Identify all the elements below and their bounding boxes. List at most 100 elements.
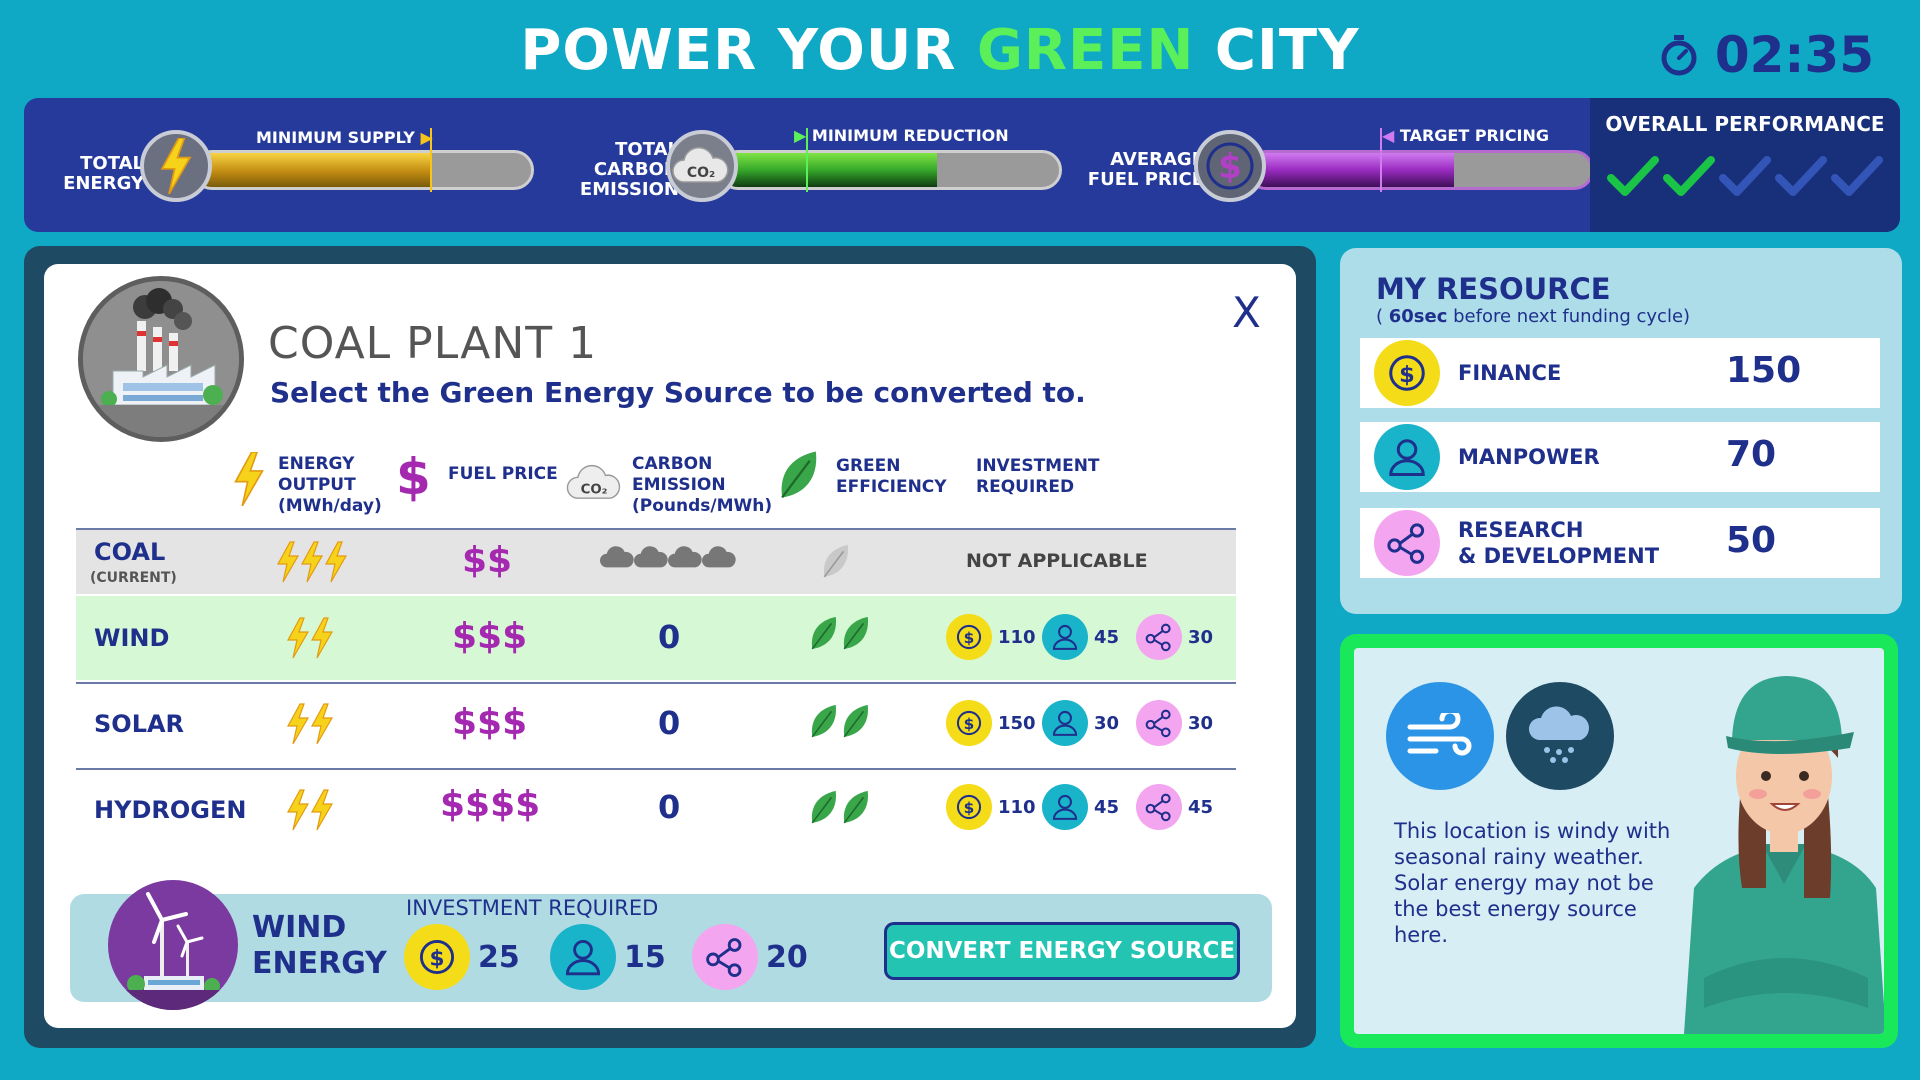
coal-energy-bolts — [276, 540, 348, 588]
molecule-icon — [1136, 614, 1182, 660]
overall-performance: OVERALL PERFORMANCE — [1590, 98, 1900, 232]
selected-rnd-value: 20 — [766, 939, 808, 975]
wind-turbine-icon — [108, 880, 238, 1010]
coal-investment: NOT APPLICABLE — [966, 550, 1148, 572]
wind-cost-finance: 110 — [946, 614, 1036, 660]
selected-cost-finance: 25 — [404, 924, 520, 990]
wind-rnd-value: 30 — [1188, 626, 1214, 648]
checkmark-icon — [1831, 154, 1883, 198]
rnd-label-line2: & DEVELOPMENT — [1458, 544, 1660, 568]
performance-title: OVERALL PERFORMANCE — [1605, 112, 1885, 136]
lightning-icon — [286, 702, 310, 746]
performance-checks — [1590, 154, 1900, 198]
carbon-marker-label: ▶ MINIMUM REDUCTION — [794, 126, 1009, 145]
carbon-marker-text: MINIMUM REDUCTION — [811, 126, 1009, 145]
timer-value: 02:35 — [1714, 26, 1874, 84]
solar-energy-bolts — [286, 702, 334, 750]
row-solar[interactable]: SOLAR $$$ 0 150 30 30 — [76, 682, 1236, 766]
price-marker-text: TARGET PRICING — [1399, 126, 1550, 145]
wind-energy-bolts — [286, 616, 334, 664]
title-part-1: POWER YOUR — [520, 18, 977, 83]
row-solar-name: SOLAR — [94, 710, 185, 738]
carbon-label-line2: CARBON — [593, 159, 679, 180]
carbon-marker-line — [806, 128, 808, 192]
rnd-value: 50 — [1726, 520, 1777, 561]
energy-marker-label: MINIMUM SUPPLY ▶ — [256, 128, 433, 147]
carbon-label-line1: TOTAL — [615, 139, 679, 160]
col-carbon-header: CARBON EMISSION (Pounds/MWh) — [632, 454, 772, 517]
col-invest-l1: INVESTMENT — [976, 456, 1100, 476]
resource-manpower: MANPOWER 70 — [1360, 422, 1880, 492]
coin-icon — [946, 700, 992, 746]
lightning-icon — [286, 616, 310, 660]
price-bar-fill — [1249, 153, 1455, 187]
coin-icon — [1374, 340, 1440, 406]
row-wind-name: WIND — [94, 624, 170, 652]
col-energy-icon — [232, 452, 266, 512]
selected-name-line1: WIND — [252, 910, 347, 945]
selected-cost-rnd: 20 — [692, 924, 808, 990]
factory-icon — [78, 276, 244, 442]
col-co2-icon-text: CO₂ — [581, 482, 608, 497]
finance-value: 150 — [1726, 350, 1802, 391]
wind-icon — [1386, 682, 1494, 790]
row-wind[interactable]: WIND $$$ 0 110 45 30 — [76, 596, 1236, 680]
leaf-icon — [808, 702, 840, 742]
lightning-icon — [300, 540, 324, 584]
energy-marker-text: MINIMUM SUPPLY — [256, 128, 415, 147]
col-green-l2: EFFICIENCY — [836, 477, 947, 497]
molecule-icon — [692, 924, 758, 990]
wind-green-leaves — [808, 614, 872, 658]
solar-carbon: 0 — [658, 704, 681, 742]
convert-energy-source-button[interactable]: CONVERT ENERGY SOURCE — [884, 922, 1240, 980]
lightning-icon — [310, 788, 334, 832]
lightning-icon — [310, 702, 334, 746]
checkmark-icon — [1607, 154, 1659, 198]
col-carbon-l1: CARBON — [632, 454, 713, 474]
selected-source-name: WIND ENERGY — [252, 910, 387, 982]
coin-icon — [404, 924, 470, 990]
coal-carbon-clouds — [600, 546, 736, 574]
coal-price: $$ — [462, 540, 513, 581]
hydrogen-rnd-value: 45 — [1188, 796, 1214, 818]
close-button[interactable]: X — [1232, 288, 1261, 337]
energy-stat-label: TOTAL ENERGY — [34, 154, 144, 194]
lightning-icon — [276, 540, 300, 584]
solar-price: $$$ — [452, 702, 528, 743]
row-coal-name: COAL — [94, 538, 166, 566]
lightning-icon — [324, 540, 348, 584]
co2-cloud-icon: CO₂ — [666, 130, 738, 202]
col-price-icon: $ — [396, 448, 431, 506]
person-icon — [1374, 424, 1440, 490]
col-energy-l3: (MWh/day) — [278, 496, 382, 516]
hydrogen-energy-bolts — [286, 788, 334, 836]
resource-rnd: RESEARCH & DEVELOPMENT 50 — [1360, 508, 1880, 578]
col-energy-header: ENERGY OUTPUT (MWh/day) — [278, 454, 382, 517]
energy-progress-bar — [192, 150, 534, 190]
solar-cost-manpower: 30 — [1042, 700, 1119, 746]
checkmark-icon — [1719, 154, 1771, 198]
timer-icon — [1661, 35, 1697, 76]
leaf-icon — [840, 788, 872, 828]
hydrogen-price: $$$$ — [440, 784, 541, 825]
col-price-header: FUEL PRICE — [448, 464, 558, 484]
finance-label: FINANCE — [1458, 361, 1562, 385]
solar-finance-value: 150 — [998, 712, 1036, 734]
cloud-icon — [702, 546, 736, 570]
solar-manpower-value: 30 — [1094, 712, 1120, 734]
countdown-timer: 02:35 — [1657, 26, 1874, 84]
person-icon — [550, 924, 616, 990]
funding-note-open: ( — [1376, 306, 1389, 327]
plant-instruction: Select the Green Energy Source to be con… — [270, 376, 1086, 409]
wind-cost-rnd: 30 — [1136, 614, 1213, 660]
row-hydrogen[interactable]: HYDROGEN $$$$ 0 110 45 45 — [76, 768, 1236, 852]
wind-price: $$$ — [452, 616, 528, 657]
hydrogen-manpower-value: 45 — [1094, 796, 1120, 818]
col-green-l1: GREEN — [836, 456, 901, 476]
svg-text:$: $ — [1218, 147, 1242, 187]
col-energy-l2: OUTPUT — [278, 475, 356, 495]
dollar-icon: $ — [1194, 130, 1266, 202]
manpower-value: 70 — [1726, 434, 1777, 475]
col-carbon-l3: (Pounds/MWh) — [632, 496, 773, 516]
leaf-icon — [840, 614, 872, 654]
